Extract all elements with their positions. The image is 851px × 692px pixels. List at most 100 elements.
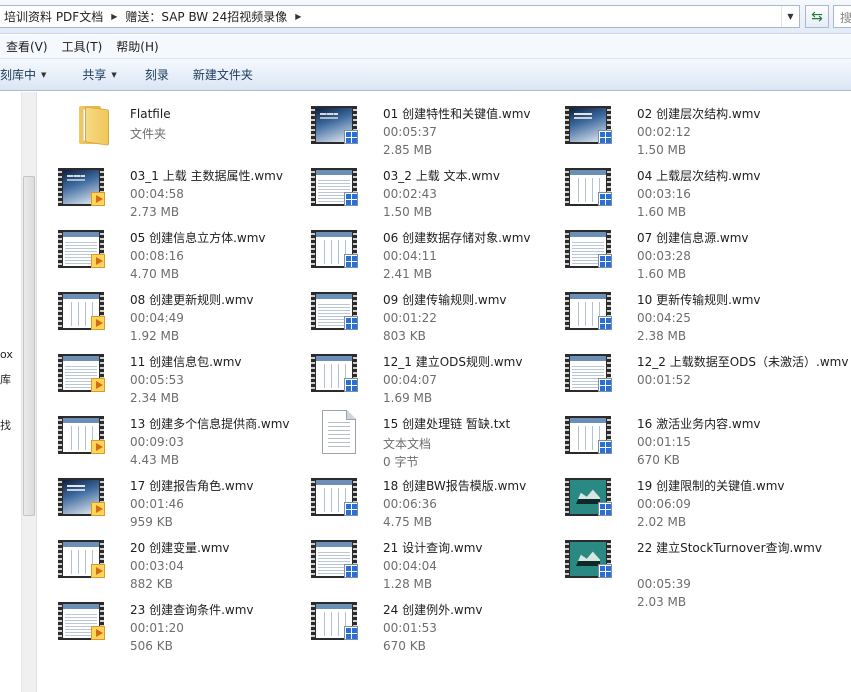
file-size: 670 KB	[637, 453, 680, 467]
video-icon	[58, 596, 118, 646]
video-icon	[311, 348, 371, 398]
file-size: 2.38 MB	[637, 329, 687, 343]
video-icon	[311, 162, 371, 212]
file-name: 10 更新传输规则.wmv	[637, 293, 761, 307]
file-name: 24 创建例外.wmv	[383, 603, 483, 617]
file-item[interactable]: 13 创建多个信息提供商.wmv 00:09:03 4.43 MB	[58, 408, 308, 468]
file-item[interactable]: 22 建立StockTurnover查询.wmv 00:05:39 2.03 MB	[565, 532, 822, 609]
file-duration: 00:02:43	[383, 187, 437, 201]
video-icon	[311, 224, 371, 274]
include-in-library-button[interactable]: 刻库中 ▼	[0, 63, 56, 87]
file-item[interactable]: 11 创建信息包.wmv 00:05:53 2.34 MB	[58, 346, 308, 406]
file-name: 05 创建信息立方体.wmv	[130, 231, 266, 245]
file-name: 18 创建BW报告模版.wmv	[383, 479, 527, 493]
file-item[interactable]: 15 创建处理链 暂缺.txt 文本文档 0 字节	[311, 408, 561, 469]
file-name: 17 创建报告角色.wmv	[130, 479, 254, 493]
menu-tools[interactable]: 工具(T)	[56, 38, 111, 55]
file-duration: 00:06:09	[637, 497, 691, 511]
file-item[interactable]: 08 创建更新规则.wmv 00:04:49 1.92 MB	[58, 284, 308, 344]
file-name: 07 创建信息源.wmv	[637, 231, 749, 245]
file-duration: 00:06:36	[383, 497, 437, 511]
file-item[interactable]: 05 创建信息立方体.wmv 00:08:16 4.70 MB	[58, 222, 308, 282]
file-item[interactable]: 12_2 上载数据至ODS（未激活）.wmv 00:01:52	[565, 346, 848, 406]
file-name: 12_2 上载数据至ODS（未激活）.wmv	[637, 355, 849, 369]
file-name: 02 创建层次结构.wmv	[637, 107, 761, 121]
video-icon	[58, 348, 118, 398]
file-name: 15 创建处理链 暂缺.txt	[383, 417, 511, 431]
file-name: 04 上载层次结构.wmv	[637, 169, 761, 183]
file-size: 2.85 MB	[383, 143, 433, 157]
file-size: 670 KB	[383, 639, 426, 653]
file-item[interactable]: Flatfile 文件夹	[58, 98, 308, 158]
file-item[interactable]: 10 更新传输规则.wmv 00:04:25 2.38 MB	[565, 284, 815, 344]
nav-item[interactable]: ox	[0, 348, 13, 361]
breadcrumb-item[interactable]: 赠送：SAP BW 24招视频录像	[121, 8, 291, 25]
file-size: 2.73 MB	[130, 205, 180, 219]
search-input[interactable]: 搜	[833, 5, 851, 28]
menu-bar: 查看(V) 工具(T) 帮助(H)	[0, 35, 851, 59]
burn-button[interactable]: 刻录	[127, 63, 179, 87]
nav-item[interactable]: 找	[0, 417, 11, 433]
nav-item[interactable]: 库	[0, 371, 11, 387]
file-item[interactable]: 19 创建限制的关键值.wmv 00:06:09 2.02 MB	[565, 470, 815, 530]
file-size: 4.70 MB	[130, 267, 180, 281]
menu-view[interactable]: 查看(V)	[0, 38, 56, 55]
file-type: 文件夹	[130, 127, 167, 141]
file-name: 13 创建多个信息提供商.wmv	[130, 417, 290, 431]
menu-help[interactable]: 帮助(H)	[110, 38, 166, 55]
file-item[interactable]: 03_1 上载 主数据属性.wmv 00:04:58 2.73 MB	[58, 160, 308, 220]
new-folder-button[interactable]: 新建文件夹	[179, 63, 263, 87]
file-item[interactable]: 21 设计查询.wmv 00:04:04 1.28 MB	[311, 532, 561, 592]
file-item[interactable]: 18 创建BW报告模版.wmv 00:06:36 4.75 MB	[311, 470, 561, 530]
file-duration: 00:03:16	[637, 187, 691, 201]
file-item[interactable]: 17 创建报告角色.wmv 00:01:46 959 KB	[58, 470, 308, 530]
file-item[interactable]: 04 上载层次结构.wmv 00:03:16 1.60 MB	[565, 160, 815, 220]
address-bar: 培训资料 PDF文档 ▶ 赠送：SAP BW 24招视频录像 ▶ ▼ ⇆ 搜	[0, 0, 851, 34]
file-size: 2.03 MB	[637, 595, 687, 609]
breadcrumb[interactable]: 培训资料 PDF文档 ▶ 赠送：SAP BW 24招视频录像 ▶ ▼	[0, 5, 800, 28]
file-duration: 00:01:52	[637, 373, 691, 387]
nav-scrollbar[interactable]	[21, 92, 36, 692]
file-item[interactable]: 06 创建数据存储对象.wmv 00:04:11 2.41 MB	[311, 222, 561, 282]
file-item[interactable]: 23 创建查询条件.wmv 00:01:20 506 KB	[58, 594, 308, 654]
file-item[interactable]: 24 创建例外.wmv 00:01:53 670 KB	[311, 594, 561, 654]
video-icon	[565, 534, 625, 584]
file-name: 11 创建信息包.wmv	[130, 355, 242, 369]
file-duration: 00:05:53	[130, 373, 184, 387]
video-icon	[58, 410, 118, 460]
breadcrumb-item[interactable]: 培训资料 PDF文档	[0, 8, 107, 25]
file-item[interactable]: 09 创建传输规则.wmv 00:01:22 803 KB	[311, 284, 561, 344]
file-name: 01 创建特性和关键值.wmv	[383, 107, 531, 121]
chevron-down-icon: ▼	[41, 70, 47, 79]
file-size: 1.50 MB	[637, 143, 687, 157]
video-icon	[58, 286, 118, 336]
file-item[interactable]: 03_2 上载 文本.wmv 00:02:43 1.50 MB	[311, 160, 561, 220]
file-item[interactable]: 12_1 建立ODS规则.wmv 00:04:07 1.69 MB	[311, 346, 561, 406]
file-duration: 00:05:39	[637, 577, 691, 591]
file-item[interactable]: 02 创建层次结构.wmv 00:02:12 1.50 MB	[565, 98, 815, 158]
file-item[interactable]: 20 创建变量.wmv 00:03:04 882 KB	[58, 532, 308, 592]
file-size: 0 字节	[383, 455, 419, 469]
file-name: 12_1 建立ODS规则.wmv	[383, 355, 523, 369]
refresh-button[interactable]: ⇆	[805, 5, 829, 28]
breadcrumb-arrow-icon[interactable]: ▶	[291, 12, 305, 21]
address-history-dropdown-icon[interactable]: ▼	[781, 6, 799, 27]
navigation-pane: ox 库 找	[0, 92, 37, 692]
video-icon	[58, 534, 118, 584]
file-size: 506 KB	[130, 639, 173, 653]
file-duration: 00:09:03	[130, 435, 184, 449]
file-name: 03_1 上载 主数据属性.wmv	[130, 169, 283, 183]
file-item[interactable]: 07 创建信息源.wmv 00:03:28 1.60 MB	[565, 222, 815, 282]
file-item[interactable]: 01 创建特性和关键值.wmv 00:05:37 2.85 MB	[311, 98, 561, 158]
file-name: 19 创建限制的关键值.wmv	[637, 479, 785, 493]
nav-scrollbar-thumb[interactable]	[23, 176, 35, 516]
video-icon	[58, 162, 118, 212]
file-duration: 00:08:16	[130, 249, 184, 263]
share-button[interactable]: 共享 ▼	[56, 63, 126, 87]
file-duration: 00:01:22	[383, 311, 437, 325]
file-item[interactable]: 16 激活业务内容.wmv 00:01:15 670 KB	[565, 408, 815, 468]
breadcrumb-arrow-icon[interactable]: ▶	[107, 12, 121, 21]
file-duration: 00:01:53	[383, 621, 437, 635]
file-size: 2.41 MB	[383, 267, 433, 281]
file-size: 1.69 MB	[383, 391, 433, 405]
